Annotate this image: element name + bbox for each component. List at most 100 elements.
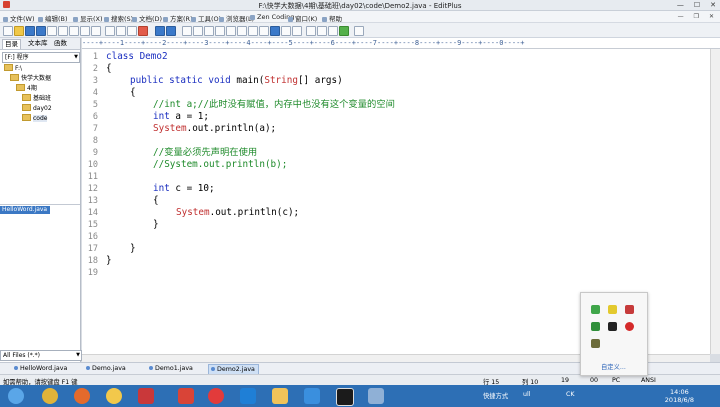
menu-project[interactable]: 方案(R) — [163, 13, 193, 23]
customize-link[interactable]: 自定义... — [601, 362, 626, 371]
tab-directory[interactable]: 目录 — [2, 39, 21, 49]
find-in-files-icon[interactable] — [182, 26, 192, 36]
tab-cliptext[interactable]: 文本库 — [26, 39, 50, 48]
menu-browser[interactable]: 浏览器(L) — [219, 13, 254, 23]
code-line: } — [130, 243, 136, 254]
menu-search[interactable]: 搜索(S) — [104, 13, 133, 23]
cut-icon[interactable] — [105, 26, 115, 36]
mdi-close-icon[interactable]: ✕ — [709, 13, 714, 20]
help-icon[interactable] — [354, 26, 364, 36]
print-preview-icon[interactable] — [58, 26, 68, 36]
drive-select[interactable]: [F:] 程序 ▼ — [2, 52, 80, 63]
menu-view[interactable]: 显示(X) — [73, 13, 103, 23]
qq-icon[interactable] — [106, 388, 122, 404]
copy-icon[interactable] — [116, 26, 126, 36]
column-select-icon[interactable] — [270, 26, 280, 36]
run-icon[interactable] — [339, 26, 349, 36]
tree-node[interactable]: 4期 — [16, 84, 37, 92]
menu-edit[interactable]: 编辑(B) — [38, 13, 68, 23]
tray-app-icon[interactable] — [591, 305, 600, 314]
app-icon[interactable] — [178, 388, 194, 404]
close-icon[interactable]: ✕ — [710, 1, 716, 9]
menu-window[interactable]: 窗口(K) — [288, 13, 317, 23]
tray-app-icon[interactable] — [625, 305, 634, 314]
open-file-icon[interactable] — [14, 26, 24, 36]
command-prompt-icon[interactable] — [336, 388, 354, 406]
tray-app-icon[interactable] — [591, 339, 600, 348]
minimize-icon[interactable]: — — [677, 1, 684, 9]
replace-icon[interactable] — [91, 26, 101, 36]
tree-node[interactable]: 基础班 — [22, 94, 51, 102]
drive-select-value: [F:] 程序 — [5, 54, 29, 61]
new-file-icon[interactable] — [3, 26, 13, 36]
save-all-icon[interactable] — [36, 26, 46, 36]
vertical-scrollbar[interactable] — [710, 49, 720, 354]
ruler-icon[interactable] — [248, 26, 258, 36]
doc-tab[interactable]: Demo1.java — [147, 364, 196, 373]
taskbar-clock[interactable]: 14:06 2018/6/8 — [665, 388, 694, 404]
media-player-icon[interactable] — [240, 388, 256, 404]
mdi-restore-icon[interactable]: ❐ — [694, 13, 699, 20]
chrome-icon[interactable] — [42, 388, 58, 404]
code-line: } — [106, 255, 112, 266]
app-icon[interactable] — [138, 388, 154, 404]
find-icon[interactable] — [80, 26, 90, 36]
maximize-icon[interactable]: ☐ — [694, 1, 700, 9]
start-icon[interactable] — [8, 388, 24, 404]
doc-tab[interactable]: HelloWord.java — [12, 364, 70, 373]
fullscreen-icon[interactable] — [328, 26, 338, 36]
font-icon[interactable] — [292, 26, 302, 36]
menu-tools[interactable]: 工具(O) — [191, 13, 221, 23]
menu-document[interactable]: 文档(D) — [132, 13, 162, 23]
mdi-minimize-icon[interactable]: — — [678, 13, 684, 20]
goto-icon[interactable] — [193, 26, 203, 36]
tray-app-icon[interactable] — [625, 322, 634, 331]
print-icon[interactable] — [47, 26, 57, 36]
tab-functions[interactable]: 函数 — [52, 39, 69, 48]
paste-icon[interactable] — [127, 26, 137, 36]
file-filter-select[interactable]: All Files (*.*) ▼ — [0, 350, 82, 361]
quick-launch-label[interactable]: 快捷方式 — [483, 391, 508, 400]
directory-window-icon[interactable] — [306, 26, 316, 36]
file-item[interactable]: HelloWord.java — [0, 206, 50, 214]
menu-file[interactable]: 文件(W) — [3, 13, 35, 23]
folder-icon — [22, 104, 31, 111]
editor-app-icon[interactable] — [304, 388, 320, 404]
column-ruler: ----+----1----+----2----+----3----+----4… — [82, 38, 720, 49]
output-window-icon[interactable] — [317, 26, 327, 36]
code-line: { — [153, 195, 159, 206]
tray-app-icon[interactable] — [608, 322, 617, 331]
app-icon[interactable] — [368, 388, 384, 404]
firefox-icon[interactable] — [74, 388, 90, 404]
tree-node[interactable]: day02 — [22, 104, 52, 112]
bookmark-icon[interactable] — [204, 26, 214, 36]
line-number: 9 — [92, 148, 98, 158]
tree-node[interactable]: 快学大数据 — [10, 74, 51, 82]
tray-app-icon[interactable] — [591, 322, 600, 331]
line-number-icon[interactable] — [259, 26, 269, 36]
save-icon[interactable] — [25, 26, 35, 36]
file-explorer-icon[interactable] — [272, 388, 288, 404]
line-number: 17 — [87, 244, 98, 254]
tree-node-selected[interactable]: code — [22, 114, 48, 122]
menu-help[interactable]: 帮助 — [322, 13, 342, 23]
doc-tab[interactable]: Demo.java — [84, 364, 129, 373]
delete-icon[interactable] — [138, 26, 148, 36]
menu-bar: 文件(W) 编辑(B) 显示(X) 搜索(S) 文档(D) 方案(R) 工具(O… — [0, 11, 720, 23]
code-line: //int a;//此时没有赋值，内存中也没有这个变量的空间 — [153, 99, 395, 110]
redo-icon[interactable] — [166, 26, 176, 36]
code-line: { — [130, 87, 136, 98]
netease-music-icon[interactable] — [208, 388, 224, 404]
whitespace-icon[interactable] — [281, 26, 291, 36]
function-list-icon[interactable] — [215, 26, 225, 36]
tree-node[interactable]: F:\ — [4, 64, 22, 72]
code-line: //变量必须先声明在使用 — [153, 147, 258, 158]
word-wrap-icon[interactable] — [237, 26, 247, 36]
tray-app-icon[interactable] — [608, 305, 617, 314]
browser-icon[interactable] — [226, 26, 236, 36]
folder-icon — [22, 114, 31, 121]
undo-icon[interactable] — [155, 26, 165, 36]
spell-check-icon[interactable] — [69, 26, 79, 36]
line-number: 6 — [92, 112, 98, 122]
toolbar — [0, 23, 720, 38]
